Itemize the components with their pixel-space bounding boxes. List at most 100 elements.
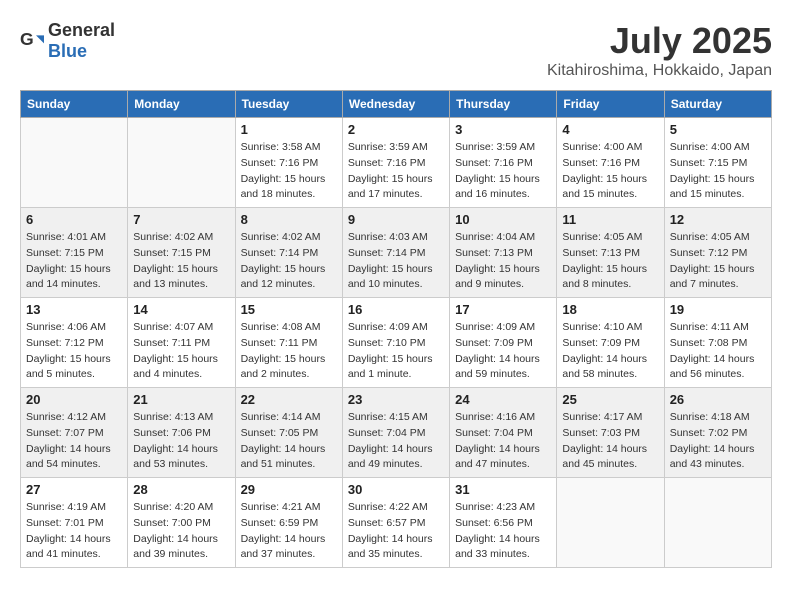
day-number: 18 xyxy=(562,302,658,317)
day-number: 17 xyxy=(455,302,551,317)
day-number: 20 xyxy=(26,392,122,407)
day-number: 2 xyxy=(348,122,444,137)
calendar-cell: 31 Sunrise: 4:23 AM Sunset: 6:56 PM Dayli… xyxy=(450,478,557,568)
day-detail: Sunrise: 4:05 AM Sunset: 7:13 PM Dayligh… xyxy=(562,230,658,293)
calendar-cell: 6 Sunrise: 4:01 AM Sunset: 7:15 PM Daylig… xyxy=(21,208,128,298)
day-detail: Sunrise: 4:23 AM Sunset: 6:56 PM Dayligh… xyxy=(455,500,551,563)
calendar-week-row: 20Sunrise: 4:12 AM Sunset: 7:07 PM Dayli… xyxy=(21,388,772,478)
day-number: 29 xyxy=(241,482,337,497)
day-number: 15 xyxy=(241,302,337,317)
day-detail: Sunrise: 4:15 AM Sunset: 7:04 PM Dayligh… xyxy=(348,410,444,473)
day-detail: Sunrise: 4:11 AM Sunset: 7:08 PM Dayligh… xyxy=(670,320,766,383)
calendar-cell xyxy=(21,118,128,208)
calendar-cell: 28 Sunrise: 4:20 AM Sunset: 7:00 PM Dayli… xyxy=(128,478,235,568)
calendar-cell: 1 Sunrise: 3:58 AM Sunset: 7:16 PM Daylig… xyxy=(235,118,342,208)
day-detail: Sunrise: 3:59 AM Sunset: 7:16 PM Dayligh… xyxy=(348,140,444,203)
day-detail: Sunrise: 4:02 AM Sunset: 7:14 PM Dayligh… xyxy=(241,230,337,293)
weekday-header: Tuesday xyxy=(235,91,342,118)
day-number: 8 xyxy=(241,212,337,227)
day-detail: Sunrise: 4:20 AM Sunset: 7:00 PM Dayligh… xyxy=(133,500,229,563)
calendar-cell: 24 Sunrise: 4:16 AM Sunset: 7:04 PM Dayli… xyxy=(450,388,557,478)
day-number: 14 xyxy=(133,302,229,317)
calendar-cell: 26Sunrise: 4:18 AM Sunset: 7:02 PM Dayli… xyxy=(664,388,771,478)
day-detail: Sunrise: 4:00 AM Sunset: 7:15 PM Dayligh… xyxy=(670,140,766,203)
month-title: July 2025 xyxy=(547,20,772,62)
calendar-cell: 18 Sunrise: 4:10 AM Sunset: 7:09 PM Dayli… xyxy=(557,298,664,388)
day-detail: Sunrise: 4:00 AM Sunset: 7:16 PM Dayligh… xyxy=(562,140,658,203)
day-number: 6 xyxy=(26,212,122,227)
calendar-cell: 16Sunrise: 4:09 AM Sunset: 7:10 PM Dayli… xyxy=(342,298,449,388)
calendar-cell: 29 Sunrise: 4:21 AM Sunset: 6:59 PM Dayli… xyxy=(235,478,342,568)
calendar: SundayMondayTuesdayWednesdayThursdayFrid… xyxy=(20,90,772,568)
calendar-week-row: 27 Sunrise: 4:19 AM Sunset: 7:01 PM Dayli… xyxy=(21,478,772,568)
weekday-header: Thursday xyxy=(450,91,557,118)
day-number: 25 xyxy=(562,392,658,407)
day-detail: Sunrise: 4:03 AM Sunset: 7:14 PM Dayligh… xyxy=(348,230,444,293)
calendar-cell: 14 Sunrise: 4:07 AM Sunset: 7:11 PM Dayli… xyxy=(128,298,235,388)
day-number: 7 xyxy=(133,212,229,227)
calendar-cell: 22 Sunrise: 4:14 AM Sunset: 7:05 PM Dayli… xyxy=(235,388,342,478)
day-number: 21 xyxy=(133,392,229,407)
day-detail: Sunrise: 4:09 AM Sunset: 7:10 PM Dayligh… xyxy=(348,320,444,383)
weekday-header: Sunday xyxy=(21,91,128,118)
day-detail: Sunrise: 4:17 AM Sunset: 7:03 PM Dayligh… xyxy=(562,410,658,473)
location-title: Kitahiroshima, Hokkaido, Japan xyxy=(547,62,772,80)
day-number: 4 xyxy=(562,122,658,137)
day-detail: Sunrise: 4:16 AM Sunset: 7:04 PM Dayligh… xyxy=(455,410,551,473)
logo-blue: Blue xyxy=(48,41,87,61)
day-detail: Sunrise: 4:21 AM Sunset: 6:59 PM Dayligh… xyxy=(241,500,337,563)
day-number: 5 xyxy=(670,122,766,137)
calendar-cell: 9 Sunrise: 4:03 AM Sunset: 7:14 PM Daylig… xyxy=(342,208,449,298)
calendar-cell: 30 Sunrise: 4:22 AM Sunset: 6:57 PM Dayli… xyxy=(342,478,449,568)
day-detail: Sunrise: 4:13 AM Sunset: 7:06 PM Dayligh… xyxy=(133,410,229,473)
day-number: 9 xyxy=(348,212,444,227)
day-number: 12 xyxy=(670,212,766,227)
day-number: 23 xyxy=(348,392,444,407)
day-detail: Sunrise: 4:08 AM Sunset: 7:11 PM Dayligh… xyxy=(241,320,337,383)
day-detail: Sunrise: 4:07 AM Sunset: 7:11 PM Dayligh… xyxy=(133,320,229,383)
day-detail: Sunrise: 4:09 AM Sunset: 7:09 PM Dayligh… xyxy=(455,320,551,383)
title-area: July 2025 Kitahiroshima, Hokkaido, Japan xyxy=(547,20,772,80)
logo: G General Blue xyxy=(20,20,115,62)
day-detail: Sunrise: 4:18 AM Sunset: 7:02 PM Dayligh… xyxy=(670,410,766,473)
day-detail: Sunrise: 4:19 AM Sunset: 7:01 PM Dayligh… xyxy=(26,500,122,563)
day-detail: Sunrise: 4:01 AM Sunset: 7:15 PM Dayligh… xyxy=(26,230,122,293)
calendar-cell: 27 Sunrise: 4:19 AM Sunset: 7:01 PM Dayli… xyxy=(21,478,128,568)
calendar-cell: 20Sunrise: 4:12 AM Sunset: 7:07 PM Dayli… xyxy=(21,388,128,478)
day-number: 1 xyxy=(241,122,337,137)
day-detail: Sunrise: 4:22 AM Sunset: 6:57 PM Dayligh… xyxy=(348,500,444,563)
day-detail: Sunrise: 4:14 AM Sunset: 7:05 PM Dayligh… xyxy=(241,410,337,473)
weekday-header: Wednesday xyxy=(342,91,449,118)
calendar-cell: 13Sunrise: 4:06 AM Sunset: 7:12 PM Dayli… xyxy=(21,298,128,388)
calendar-cell: 7Sunrise: 4:02 AM Sunset: 7:15 PM Daylig… xyxy=(128,208,235,298)
day-number: 22 xyxy=(241,392,337,407)
day-detail: Sunrise: 3:59 AM Sunset: 7:16 PM Dayligh… xyxy=(455,140,551,203)
day-detail: Sunrise: 3:58 AM Sunset: 7:16 PM Dayligh… xyxy=(241,140,337,203)
calendar-cell: 8 Sunrise: 4:02 AM Sunset: 7:14 PM Daylig… xyxy=(235,208,342,298)
svg-text:G: G xyxy=(20,29,34,49)
calendar-cell: 25 Sunrise: 4:17 AM Sunset: 7:03 PM Dayli… xyxy=(557,388,664,478)
calendar-week-row: 13Sunrise: 4:06 AM Sunset: 7:12 PM Dayli… xyxy=(21,298,772,388)
calendar-header-row: SundayMondayTuesdayWednesdayThursdayFrid… xyxy=(21,91,772,118)
weekday-header: Friday xyxy=(557,91,664,118)
calendar-cell xyxy=(664,478,771,568)
calendar-cell: 10Sunrise: 4:04 AM Sunset: 7:13 PM Dayli… xyxy=(450,208,557,298)
day-detail: Sunrise: 4:05 AM Sunset: 7:12 PM Dayligh… xyxy=(670,230,766,293)
day-number: 3 xyxy=(455,122,551,137)
calendar-cell: 3 Sunrise: 3:59 AM Sunset: 7:16 PM Daylig… xyxy=(450,118,557,208)
day-number: 11 xyxy=(562,212,658,227)
day-number: 24 xyxy=(455,392,551,407)
day-number: 19 xyxy=(670,302,766,317)
day-number: 31 xyxy=(455,482,551,497)
day-number: 30 xyxy=(348,482,444,497)
calendar-cell: 15 Sunrise: 4:08 AM Sunset: 7:11 PM Dayli… xyxy=(235,298,342,388)
calendar-cell: 21 Sunrise: 4:13 AM Sunset: 7:06 PM Dayli… xyxy=(128,388,235,478)
calendar-cell: 23 Sunrise: 4:15 AM Sunset: 7:04 PM Dayli… xyxy=(342,388,449,478)
day-detail: Sunrise: 4:10 AM Sunset: 7:09 PM Dayligh… xyxy=(562,320,658,383)
logo-general: General xyxy=(48,20,115,40)
day-number: 10 xyxy=(455,212,551,227)
weekday-header: Monday xyxy=(128,91,235,118)
day-number: 28 xyxy=(133,482,229,497)
day-number: 27 xyxy=(26,482,122,497)
calendar-week-row: 1 Sunrise: 3:58 AM Sunset: 7:16 PM Daylig… xyxy=(21,118,772,208)
